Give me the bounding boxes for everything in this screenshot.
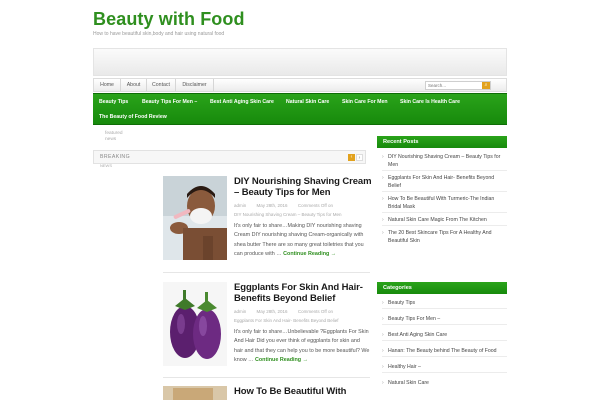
post-comments: Comments Off on <box>297 203 334 208</box>
recent-posts-title: Recent Posts <box>377 136 507 148</box>
nav-item-contact[interactable]: Contact <box>147 79 176 91</box>
bullet-icon: › <box>382 364 384 370</box>
post-date: May 28th, 2016 <box>256 203 288 208</box>
nav-item-disclaimer[interactable]: Disclaimer <box>176 79 214 91</box>
post-excerpt: It's only fair to share…Unbelievable ?Eg… <box>234 328 370 365</box>
bullet-icon: › <box>382 230 384 236</box>
post-thumbnail-image[interactable] <box>163 386 227 400</box>
post-item: How To Be Beautiful With <box>163 386 370 400</box>
catnav-item-beauty-tips[interactable]: Beauty Tips <box>93 95 134 109</box>
category-item[interactable]: › Healthy Hair – <box>377 363 507 372</box>
man-shaving-image[interactable] <box>163 176 227 260</box>
bullet-icon: › <box>382 154 384 160</box>
post-comments: Comments Off on <box>297 309 334 314</box>
post-author[interactable]: admin <box>234 309 246 314</box>
bullet-icon: › <box>382 300 384 306</box>
bullet-icon: › <box>382 380 384 386</box>
breaking-news-bar: BREAKING NEWS ‹ › <box>93 150 366 168</box>
category-item[interactable]: › Best Anti Aging Skin Care <box>377 331 507 340</box>
catnav-item-beauty-tips-men[interactable]: Beauty Tips For Men – <box>136 95 203 109</box>
post-meta: admin May 28th, 2016 Comments Off on <box>234 203 333 208</box>
post-divider <box>163 272 370 273</box>
post-title[interactable]: Eggplants For Skin And Hair- Benefits Be… <box>234 282 372 304</box>
bullet-icon: › <box>382 196 384 202</box>
catnav-item-anti-aging[interactable]: Best Anti Aging Skin Care <box>204 95 280 109</box>
breaking-sub-label: NEWS <box>100 163 112 168</box>
eggplant-image[interactable] <box>163 282 227 366</box>
category-item[interactable]: › Hanan: The Beauty behind The Beauty of … <box>377 347 507 356</box>
post-author[interactable]: admin <box>234 203 246 208</box>
category-item[interactable]: › Beauty Tips For Men – <box>377 315 507 324</box>
catnav-item-skin-care-men[interactable]: Skin Care For Men <box>336 95 394 109</box>
recent-posts-widget: Recent Posts › DIY Nourishing Shaving Cre… <box>377 136 507 246</box>
categories-title: Categories <box>377 282 507 294</box>
search-box: ⌕ <box>425 81 491 90</box>
bullet-icon: › <box>382 348 384 354</box>
site-tagline: How to have beautiful skin,body and hair… <box>93 31 225 37</box>
category-navigation: Beauty Tips Beauty Tips For Men – Best A… <box>93 93 507 125</box>
category-item[interactable]: › Beauty Tips <box>377 299 507 308</box>
featured-news-label: featured news <box>105 131 123 142</box>
search-icon[interactable]: ⌕ <box>482 82 490 89</box>
post-categories[interactable]: Eggplants For Skin And Hair- Benefits Be… <box>234 318 339 323</box>
bullet-icon: › <box>382 217 384 223</box>
catnav-item-beauty-of-food-review[interactable]: The Beauty of Food Review <box>93 110 173 124</box>
chevron-right-icon[interactable]: › <box>356 154 363 161</box>
top-navigation: Home About Contact Disclaimer ⌕ <box>93 78 507 92</box>
bullet-icon: › <box>382 332 384 338</box>
recent-post-item[interactable]: › The 20 Best Skincare Tips For A Healthy… <box>377 229 507 246</box>
post-meta: admin May 28th, 2016 Comments Off on <box>234 309 333 314</box>
header-banner <box>93 48 507 76</box>
post-title[interactable]: How To Be Beautiful With <box>234 386 370 397</box>
nav-item-home[interactable]: Home <box>94 79 121 91</box>
bullet-icon: › <box>382 316 384 322</box>
categories-widget: Categories › Beauty Tips › Beauty Tips For… <box>377 282 507 388</box>
chevron-left-icon[interactable]: ‹ <box>348 154 355 161</box>
post-excerpt: It's only fair to share…Making DIY nouri… <box>234 222 370 259</box>
category-item[interactable]: › Natural Skin Care <box>377 379 507 388</box>
bullet-icon: › <box>382 175 384 181</box>
recent-post-item[interactable]: › Natural Skin Care Magic From The Kitche… <box>377 216 507 225</box>
site-title[interactable]: Beauty with Food <box>93 9 245 30</box>
post-divider <box>163 377 370 378</box>
nav-item-about[interactable]: About <box>121 79 147 91</box>
continue-reading-link[interactable]: Continue Reading → <box>283 251 336 257</box>
post-item: Eggplants For Skin And Hair- Benefits Be… <box>163 282 370 372</box>
recent-post-item[interactable]: › How To Be Beautiful With Turmeric-The I… <box>377 195 507 212</box>
recent-post-item[interactable]: › DIY Nourishing Shaving Cream – Beauty T… <box>377 153 507 170</box>
catnav-item-skin-care-health[interactable]: Skin Care Is Health Care <box>394 95 466 109</box>
post-title[interactable]: DIY Nourishing Shaving Cream – Beauty Ti… <box>234 176 372 198</box>
post-date: May 28th, 2016 <box>256 309 288 314</box>
catnav-item-natural-skin-care[interactable]: Natural Skin Care <box>280 95 335 109</box>
recent-post-item[interactable]: › Eggplants For Skin And Hair- Benefits B… <box>377 174 507 191</box>
continue-reading-link[interactable]: Continue Reading → <box>255 357 308 363</box>
post-categories[interactable]: DIY Nourishing Shaving Cream – Beauty Ti… <box>234 212 341 217</box>
search-input[interactable] <box>428 82 484 89</box>
breaking-label: BREAKING <box>100 154 131 160</box>
post-item: DIY Nourishing Shaving Cream – Beauty Ti… <box>163 176 372 266</box>
